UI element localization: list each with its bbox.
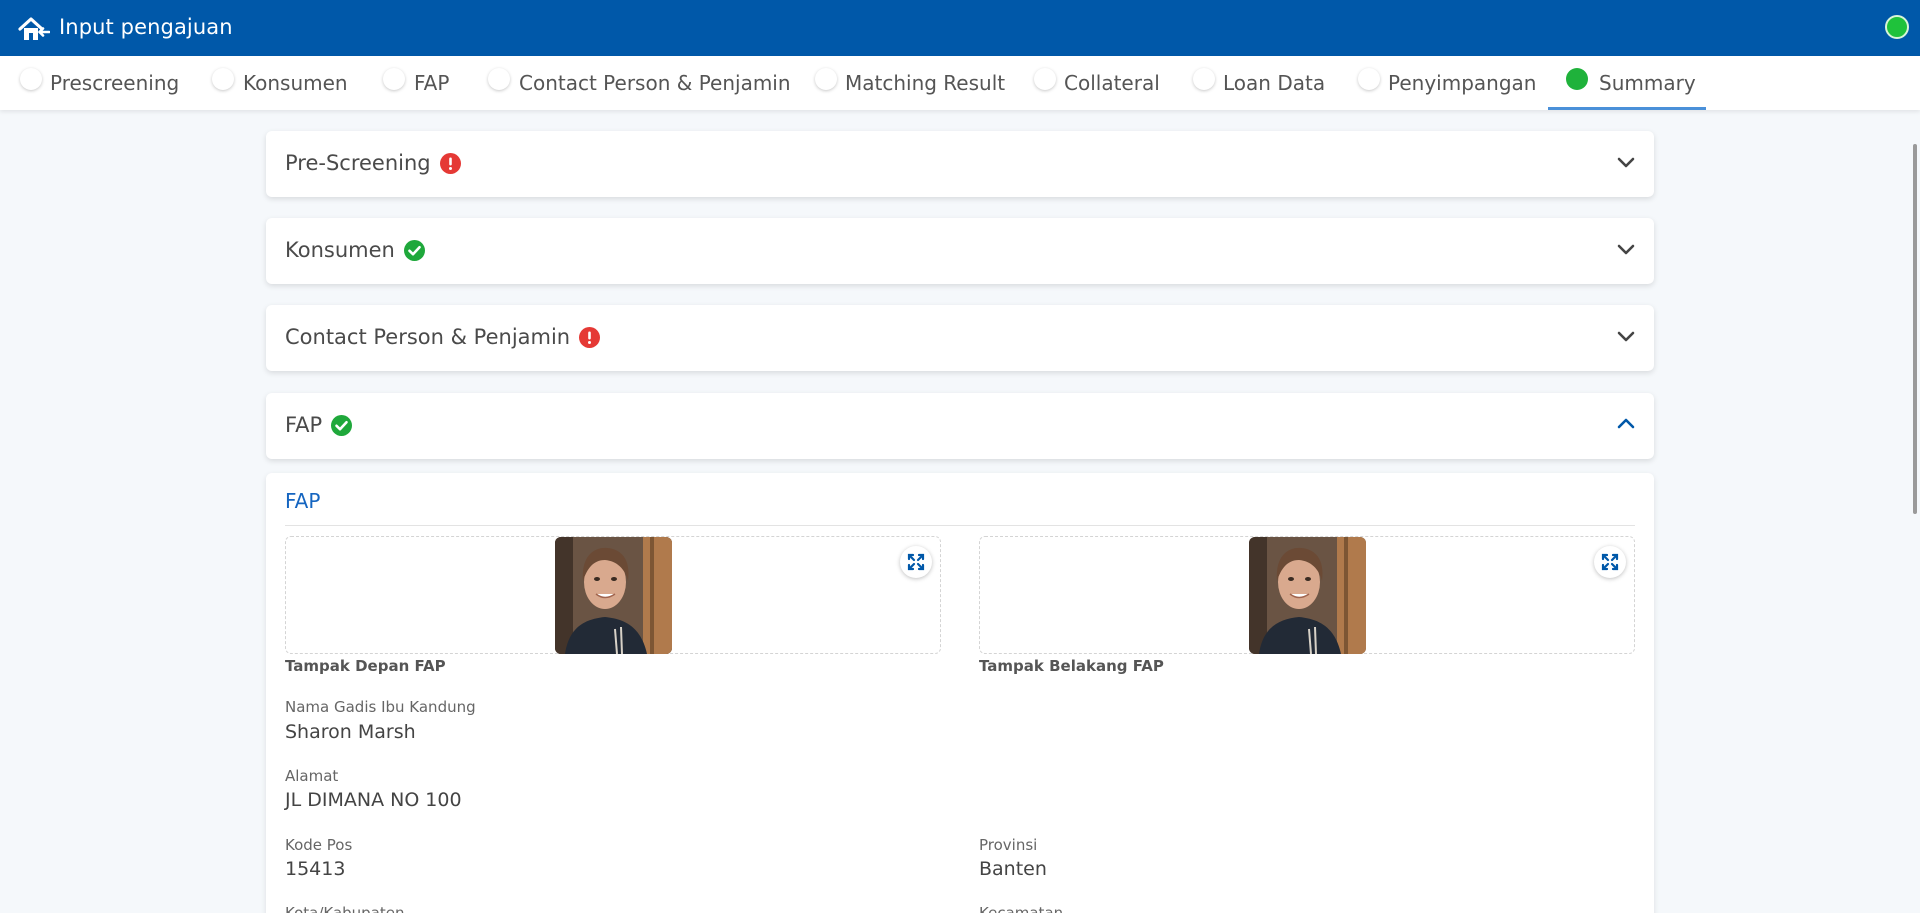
panel-title: FAP bbox=[285, 489, 321, 513]
tab-label: Konsumen bbox=[243, 71, 348, 95]
section-title-text: FAP bbox=[285, 413, 323, 437]
step-indicator-icon bbox=[1034, 68, 1056, 90]
fap-back-photo[interactable] bbox=[1249, 537, 1366, 654]
step-indicator-icon bbox=[815, 68, 837, 90]
check-circle-icon bbox=[403, 239, 425, 261]
section-contact-person-penjamin[interactable]: Contact Person & Penjamin bbox=[266, 305, 1654, 371]
section-title: FAP bbox=[285, 413, 353, 437]
chevron-down-icon[interactable] bbox=[1616, 242, 1636, 256]
step-indicator-icon bbox=[488, 68, 510, 90]
step-navigation: Prescreening Konsumen FAP Contact Person… bbox=[0, 56, 1920, 110]
tab-label: Summary bbox=[1599, 71, 1696, 95]
step-indicator-icon bbox=[1193, 68, 1215, 90]
step-indicator-icon bbox=[383, 68, 405, 90]
tab-label: Loan Data bbox=[1223, 71, 1326, 95]
app-title: Input pengajuan bbox=[59, 15, 233, 39]
section-title: Pre-Screening bbox=[285, 151, 461, 175]
online-status-indicator bbox=[1885, 15, 1909, 39]
step-indicator-icon bbox=[1358, 68, 1380, 90]
exclamation-circle-icon bbox=[579, 326, 601, 348]
chevron-down-icon[interactable] bbox=[1616, 155, 1636, 169]
step-indicator-icon bbox=[1566, 68, 1588, 90]
field-label-kode-pos: Kode Pos bbox=[285, 836, 353, 854]
tab-summary[interactable]: Summary bbox=[1548, 56, 1706, 110]
section-pre-screening[interactable]: Pre-Screening bbox=[266, 131, 1654, 197]
chevron-down-icon[interactable] bbox=[1616, 329, 1636, 343]
field-value-nama-gadis-ibu-kandung: Sharon Marsh bbox=[285, 721, 416, 743]
app-header: Input pengajuan bbox=[0, 0, 1920, 56]
step-indicator-icon bbox=[20, 68, 42, 90]
tab-label: FAP bbox=[414, 71, 450, 95]
field-label-kecamatan: Kecamatan bbox=[979, 904, 1064, 913]
field-label-alamat: Alamat bbox=[285, 767, 339, 785]
section-title-text: Pre-Screening bbox=[285, 151, 431, 175]
field-value-provinsi: Banten bbox=[979, 858, 1047, 880]
section-title: Contact Person & Penjamin bbox=[285, 325, 601, 349]
field-label-nama-gadis-ibu-kandung: Nama Gadis Ibu Kandung bbox=[285, 698, 476, 716]
field-label-provinsi: Provinsi bbox=[979, 836, 1038, 854]
section-konsumen[interactable]: Konsumen bbox=[266, 218, 1654, 284]
field-value-alamat: JL DIMANA NO 100 bbox=[285, 789, 462, 811]
field-label-kota-kabupaten: Kota/Kabupaten bbox=[285, 904, 405, 913]
tab-label: Contact Person & Penjamin bbox=[519, 71, 791, 95]
photo-frame-back bbox=[979, 536, 1635, 654]
chevron-up-icon[interactable] bbox=[1616, 417, 1636, 431]
home-back-icon[interactable] bbox=[18, 16, 51, 42]
field-value-kode-pos: 15413 bbox=[285, 858, 346, 880]
active-tab-underline bbox=[1548, 107, 1706, 110]
check-circle-icon bbox=[331, 414, 353, 436]
tab-label: Collateral bbox=[1064, 71, 1160, 95]
expand-icon[interactable] bbox=[1594, 546, 1626, 578]
tab-label: Matching Result bbox=[845, 71, 1006, 95]
photo-caption-front: Tampak Depan FAP bbox=[285, 657, 446, 675]
fap-front-photo[interactable] bbox=[555, 537, 672, 654]
page-scrollbar[interactable] bbox=[1913, 144, 1917, 514]
section-title-text: Contact Person & Penjamin bbox=[285, 325, 571, 349]
photo-frame-front bbox=[285, 536, 941, 654]
fap-detail-panel: FAP Tampak Depan FAP Tampak Belakang FAP… bbox=[266, 473, 1654, 913]
tab-label: Prescreening bbox=[50, 71, 180, 95]
section-title: Konsumen bbox=[285, 238, 425, 262]
section-title-text: Konsumen bbox=[285, 238, 395, 262]
section-fap[interactable]: FAP bbox=[266, 393, 1654, 459]
expand-icon[interactable] bbox=[900, 546, 932, 578]
divider bbox=[285, 525, 1635, 526]
step-indicator-icon bbox=[212, 68, 234, 90]
photo-caption-back: Tampak Belakang FAP bbox=[979, 657, 1164, 675]
exclamation-circle-icon bbox=[439, 152, 461, 174]
tab-label: Penyimpangan bbox=[1388, 71, 1537, 95]
